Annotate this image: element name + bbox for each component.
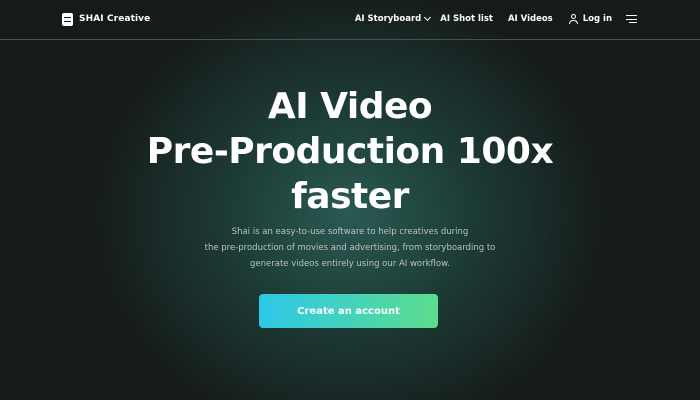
hero-subtitle-line-2: the pre-production of movies and adverti… [204,243,496,253]
hero-title-line-3: faster [291,176,409,217]
hero-title-line-2: Pre-Production 100x [146,131,554,172]
hero-subtitle: Shai is an easy-to-use software to help … [0,224,700,272]
nav-ai-storyboard-label: AI Storyboard [354,14,422,24]
hero-subtitle-line-3: generate videos entirely using our AI wo… [250,259,450,269]
nav-ai-shot-list[interactable]: AI Shot list [440,14,493,24]
brand-name: SHAI Creative [79,14,151,24]
user-icon [568,14,578,24]
hero-subtitle-line-1: Shai is an easy-to-use software to help … [231,227,469,237]
nav-ai-videos-label: AI Videos [507,14,553,24]
nav-ai-shot-list-label: AI Shot list [440,14,493,24]
brand-logo-link[interactable]: SHAI Creative [62,11,150,27]
create-account-button[interactable]: Create an account [259,294,438,328]
hero-title-line-1: AI Video [267,86,433,127]
chevron-down-icon [424,13,432,22]
shai-logo-icon [62,12,73,26]
login-label: Log in [582,14,612,24]
hero-title: AI Video Pre-Production 100x faster [0,84,700,219]
nav-ai-videos[interactable]: AI Videos [508,14,553,24]
main-nav: AI Storyboard AI Shot list AI Videos Log… [355,12,637,26]
login-link[interactable]: Log in [568,14,612,24]
top-navbar: SHAI Creative AI Storyboard AI Shot list… [0,0,700,40]
nav-ai-storyboard[interactable]: AI Storyboard [354,13,432,24]
landing-page: SHAI Creative AI Storyboard AI Shot list… [0,0,700,400]
menu-icon[interactable] [626,15,637,24]
